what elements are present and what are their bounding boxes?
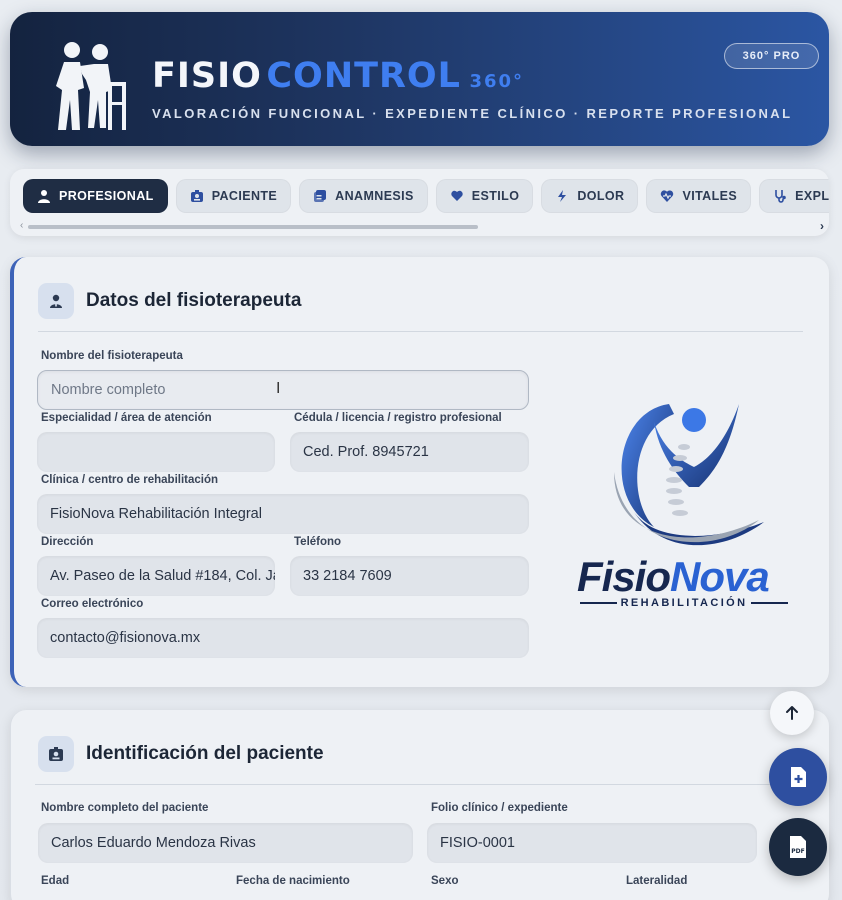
- sex-label: Sexo: [431, 875, 459, 887]
- tab-anamnesis[interactable]: ANAMNESIS: [299, 179, 428, 213]
- section-tabbar: PROFESIONAL PACIENTE ANAMNESIS ESTILO DO…: [10, 169, 829, 236]
- address-input[interactable]: Av. Paseo de la Salud #184, Col. Ja: [37, 556, 275, 596]
- laterality-label: Lateralidad: [626, 875, 688, 887]
- tab-exploracion[interactable]: EXPLORACIÓN: [759, 179, 829, 213]
- clinic-input[interactable]: FisioNova Rehabilitación Integral: [37, 494, 529, 534]
- patient-name-label: Nombre completo del paciente: [41, 802, 209, 814]
- tab-label: EXPLORACIÓN: [795, 189, 829, 203]
- clinic-logo-name: FisioNova: [577, 553, 770, 601]
- therapist-name-placeholder: Nombre completo: [51, 382, 166, 398]
- tab-dolor[interactable]: DOLOR: [541, 179, 639, 213]
- bolt-icon: [558, 190, 567, 202]
- pro-badge: 360° PRO: [724, 43, 819, 69]
- dob-label: Fecha de nacimiento: [236, 875, 350, 887]
- export-pdf-button[interactable]: PDF: [769, 818, 827, 876]
- user-md-icon: [38, 190, 50, 203]
- specialty-input[interactable]: [37, 432, 275, 472]
- email-input[interactable]: contacto@fisionova.mx: [37, 618, 529, 658]
- phone-input[interactable]: 33 2184 7609: [290, 556, 529, 596]
- tab-label: ESTILO: [471, 189, 520, 203]
- scroll-right-icon[interactable]: ›: [820, 219, 824, 233]
- patient-card-header: Identificación del paciente: [38, 736, 324, 772]
- doctor-icon: [38, 283, 74, 319]
- card-title: Datos del fisioterapeuta: [86, 290, 302, 311]
- divider: [751, 602, 789, 604]
- tab-paciente[interactable]: PACIENTE: [175, 179, 292, 213]
- tab-label: ANAMNESIS: [335, 189, 414, 203]
- file-plus-icon: [791, 767, 806, 787]
- heart-hand-icon: [451, 190, 463, 201]
- physio-assist-icon: [56, 42, 126, 130]
- scrollbar-thumb[interactable]: [28, 225, 478, 229]
- stethoscope-icon: [775, 190, 786, 203]
- tab-profesional[interactable]: PROFESIONAL: [23, 179, 168, 213]
- therapist-name-label: Nombre del fisioterapeuta: [41, 350, 183, 362]
- license-label: Cédula / licencia / registro profesional: [294, 412, 502, 424]
- pdf-file-icon: PDF: [790, 836, 806, 858]
- card-title: Identificación del paciente: [86, 743, 324, 764]
- tab-label: VITALES: [682, 189, 738, 203]
- clinic-name-nova: Nova: [670, 553, 770, 600]
- tab-list: PROFESIONAL PACIENTE ANAMNESIS ESTILO DO…: [23, 179, 829, 213]
- scroll-top-button[interactable]: [770, 691, 814, 735]
- therapist-name-input[interactable]: Nombre completo I: [37, 370, 529, 410]
- age-label: Edad: [41, 875, 70, 887]
- tab-estilo[interactable]: ESTILO: [435, 179, 534, 213]
- divider: [580, 602, 617, 604]
- folio-input[interactable]: FISIO-0001: [427, 823, 757, 863]
- professional-card: Datos del fisioterapeuta Nombre del fisi…: [10, 257, 829, 687]
- address-label: Dirección: [41, 536, 94, 548]
- scroll-left-icon[interactable]: ‹: [20, 220, 23, 231]
- tab-label: PACIENTE: [211, 189, 278, 203]
- text-cursor-icon: I: [276, 380, 281, 397]
- app-tagline: VALORACIÓN FUNCIONAL · EXPEDIENTE CLÍNIC…: [152, 106, 793, 121]
- specialty-label: Especialidad / área de atención: [41, 412, 212, 424]
- professional-card-header: Datos del fisioterapeuta: [38, 283, 301, 319]
- email-label: Correo electrónico: [41, 598, 144, 610]
- tab-label: DOLOR: [577, 189, 625, 203]
- patient-name-input[interactable]: Carlos Eduardo Mendoza Rivas: [38, 823, 413, 863]
- heart-pulse-icon: [661, 190, 674, 202]
- clinic-logo-subtitle: REHABILITACIÓN: [580, 597, 789, 609]
- tab-vitales[interactable]: VITALES: [646, 179, 752, 213]
- svg-text:PDF: PDF: [791, 848, 804, 855]
- folio-label: Folio clínico / expediente: [431, 802, 568, 814]
- app-brand: FISIO CONTROL 360°: [152, 56, 524, 96]
- clinic-name-fisio: Fisio: [577, 553, 671, 600]
- brand-360: 360°: [469, 71, 525, 92]
- brand-fisio: FISIO: [152, 56, 262, 96]
- divider: [35, 784, 803, 785]
- tab-scrollbar[interactable]: ‹ ›: [20, 219, 824, 233]
- clinic-subtitle-text: REHABILITACIÓN: [620, 597, 748, 609]
- new-record-button[interactable]: [769, 748, 827, 806]
- id-card-icon: [38, 736, 74, 772]
- tab-label: PROFESIONAL: [59, 189, 154, 203]
- license-input[interactable]: Ced. Prof. 8945721: [290, 432, 529, 472]
- arrow-up-icon: [786, 706, 798, 720]
- patient-card: Identificación del paciente Nombre compl…: [10, 710, 829, 900]
- app-header: FISIO CONTROL 360° VALORACIÓN FUNCIONAL …: [10, 12, 829, 146]
- id-card-icon: [190, 190, 203, 202]
- clinic-label: Clínica / centro de rehabilitación: [41, 474, 219, 486]
- divider: [38, 331, 803, 332]
- notes-icon: [314, 190, 327, 202]
- phone-label: Teléfono: [294, 536, 342, 548]
- brand-control: CONTROL: [266, 56, 461, 96]
